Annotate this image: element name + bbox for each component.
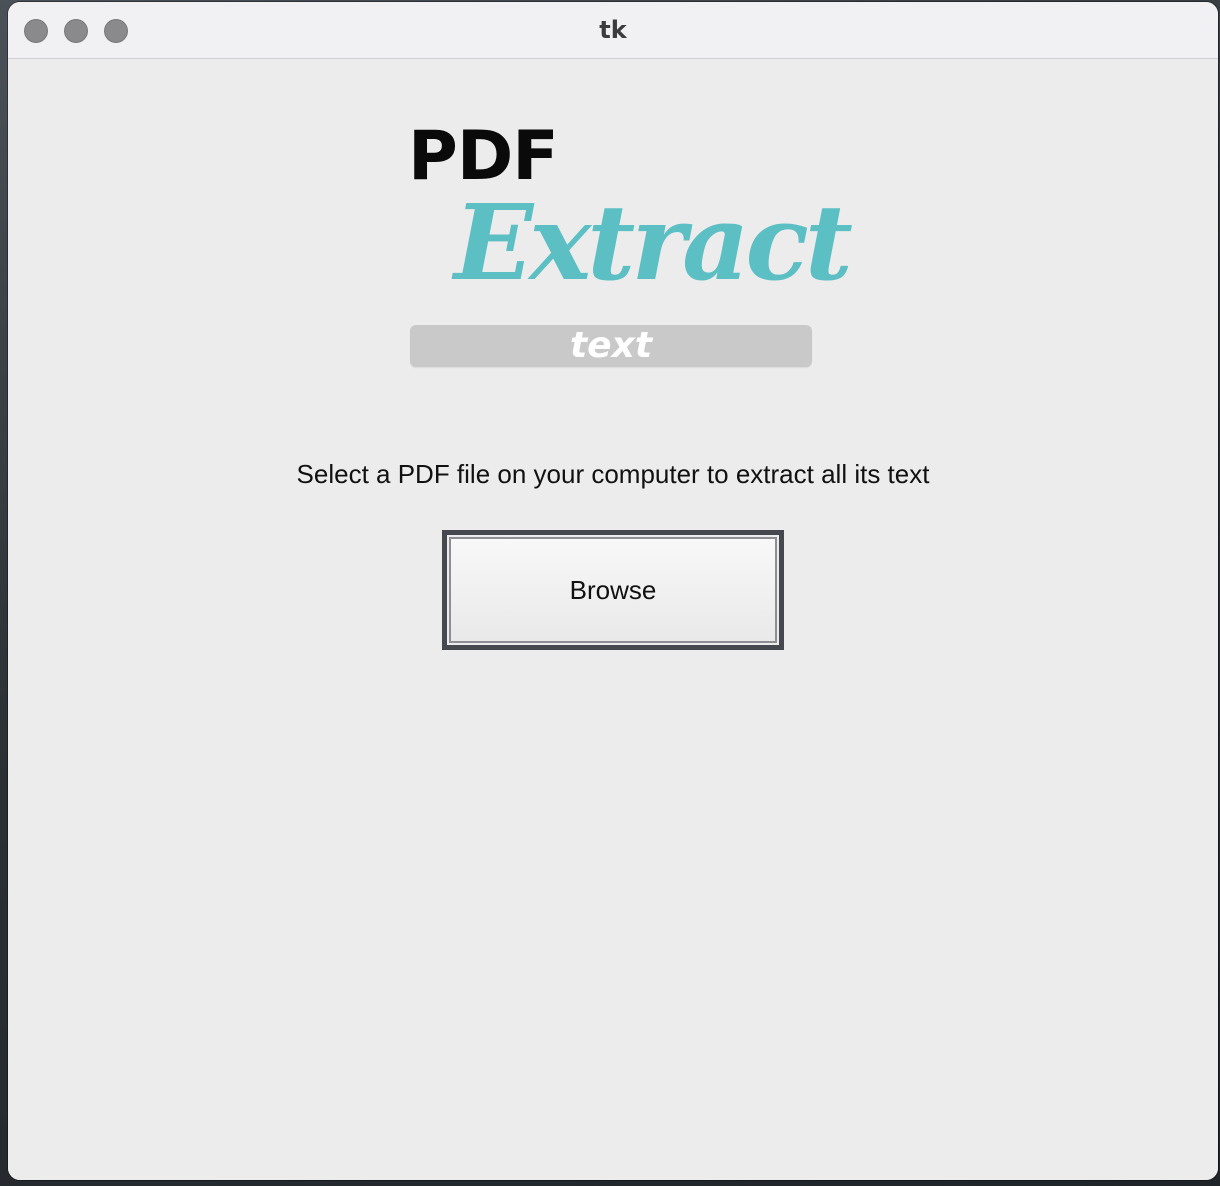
logo-text-word: text — [569, 325, 653, 366]
title-bar[interactable]: tk — [8, 2, 1218, 59]
main-content: PDF Extract text Select a PDF file on yo… — [8, 59, 1218, 1180]
logo-text-banner: text — [410, 325, 812, 367]
pdf-extract-logo: PDF Extract text — [406, 119, 853, 369]
app-window: tk PDF Extract text Select a PDF file on… — [8, 2, 1218, 1180]
browse-button[interactable]: Browse — [449, 537, 777, 643]
window-title: tk — [599, 16, 627, 44]
instruction-label: Select a PDF file on your computer to ex… — [296, 459, 930, 489]
browse-button-focus-ring[interactable]: Browse — [442, 530, 784, 650]
logo-extract-word: Extract — [454, 181, 853, 304]
